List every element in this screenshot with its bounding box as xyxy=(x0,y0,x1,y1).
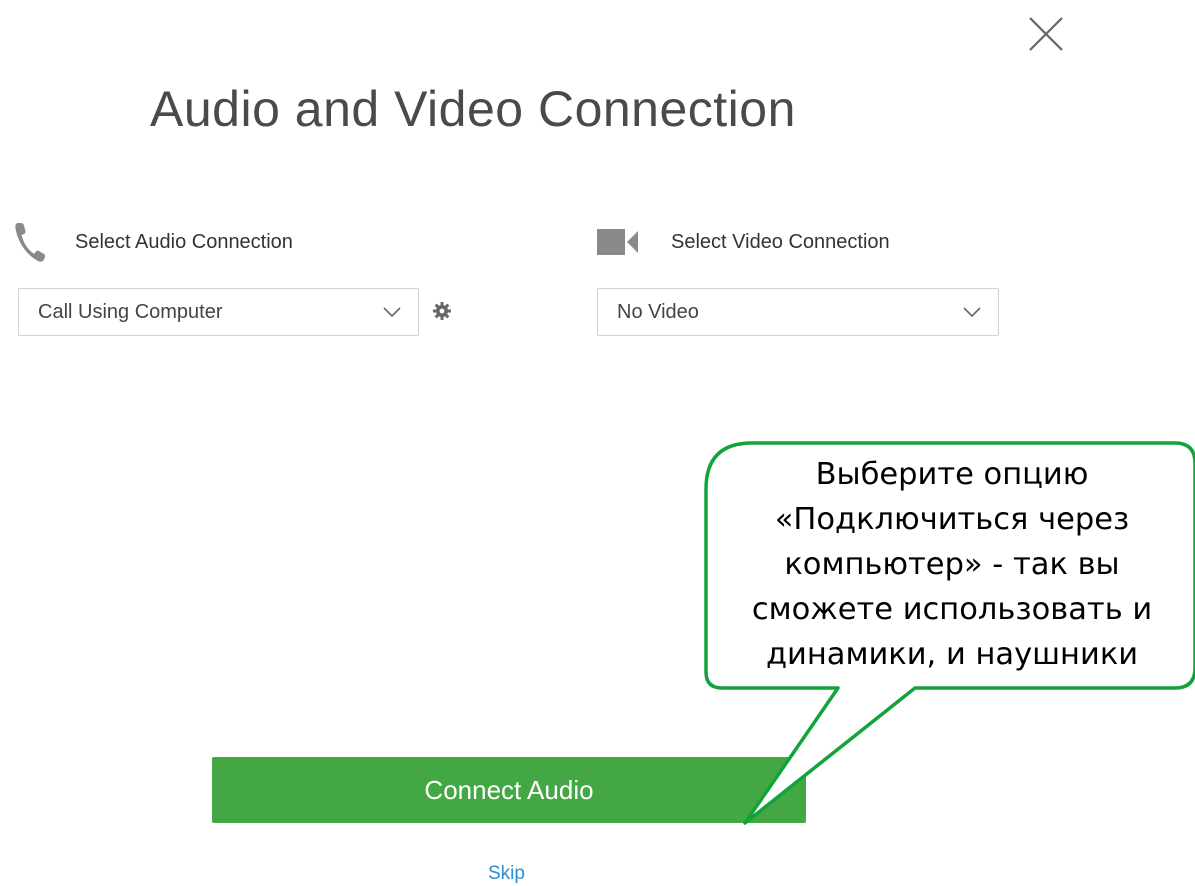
callout-line: сможете использовать и xyxy=(751,592,1153,627)
audio-connection-select[interactable]: Call Using Computer xyxy=(18,288,419,336)
audio-section-label: Select Audio Connection xyxy=(75,230,293,253)
phone-icon xyxy=(15,223,46,262)
video-connection-select[interactable]: No Video xyxy=(597,288,999,336)
callout-line: Выберите опцию xyxy=(815,457,1089,492)
skip-link[interactable]: Skip xyxy=(488,863,525,885)
video-selected-value: No Video xyxy=(617,300,699,323)
callout-line: «Подключиться через xyxy=(774,502,1130,537)
connect-audio-button[interactable]: Connect Audio xyxy=(212,757,806,823)
gear-icon xyxy=(433,302,451,320)
callout-line: компьютер» - так вы xyxy=(784,547,1120,582)
audio-section-header: Select Audio Connection xyxy=(14,220,293,264)
dialog-title: Audio and Video Connection xyxy=(150,81,796,137)
video-section-header: Select Video Connection xyxy=(597,220,890,264)
video-section-label: Select Video Connection xyxy=(671,230,890,253)
video-camera-icon xyxy=(597,229,638,255)
close-icon xyxy=(1029,17,1063,51)
audio-settings-button[interactable] xyxy=(433,302,451,320)
chevron-down-icon xyxy=(963,307,981,318)
audio-selected-value: Call Using Computer xyxy=(38,300,223,323)
close-button[interactable] xyxy=(1026,14,1066,54)
callout-text: Выберите опцию «Подключиться через компь… xyxy=(712,452,1192,677)
callout-line: динамики, и наушники xyxy=(765,637,1139,672)
audio-video-connection-dialog: Audio and Video Connection Select Audio … xyxy=(0,0,1195,886)
chevron-down-icon xyxy=(383,307,401,318)
